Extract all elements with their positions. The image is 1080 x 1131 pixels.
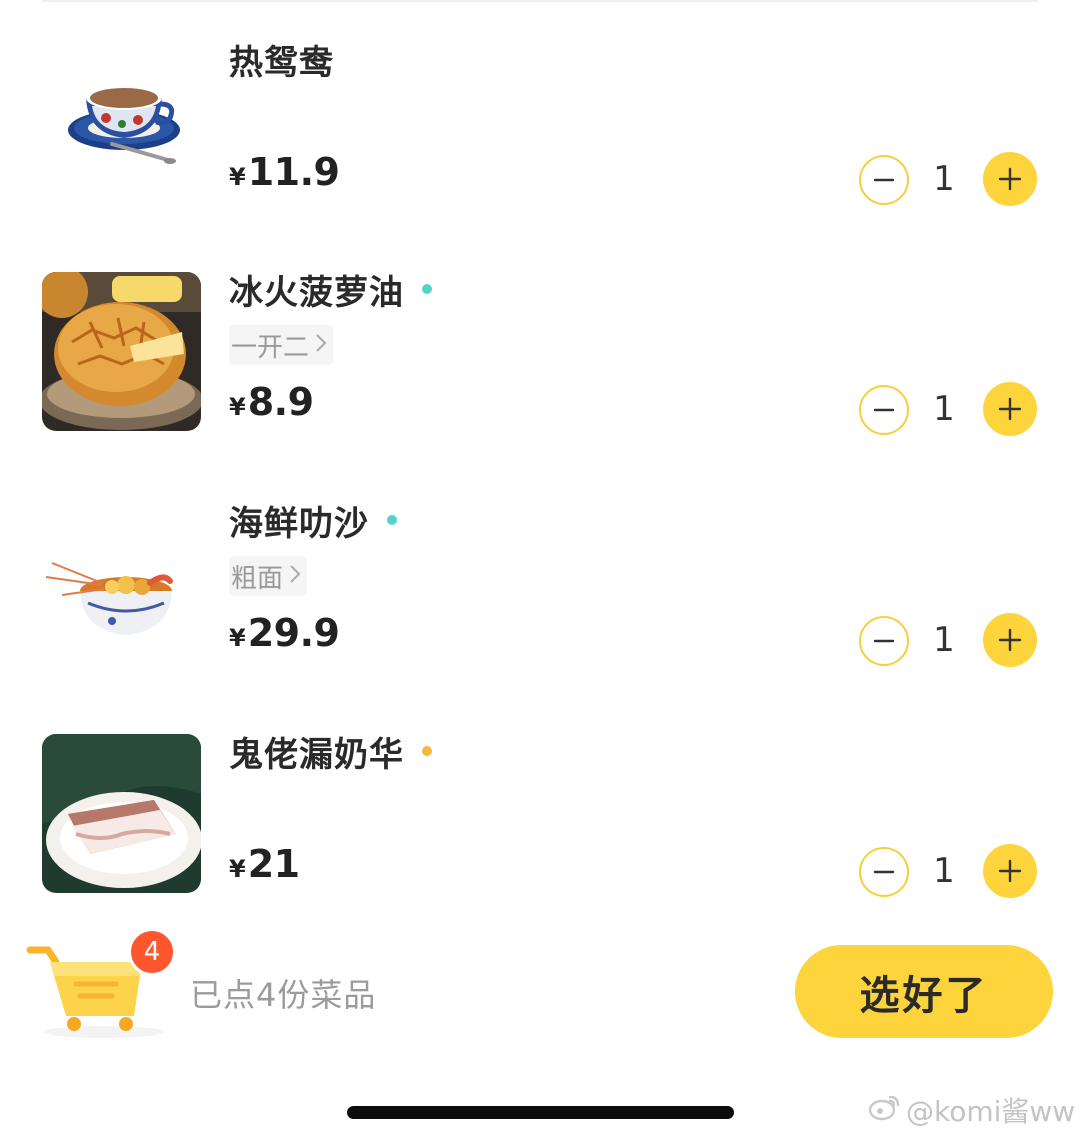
item-name-row: 热鸳鸯 [229, 34, 334, 84]
ordered-summary: 已点4份菜品 [190, 976, 377, 1014]
status-dot [387, 515, 397, 525]
price-value: 21 [247, 842, 300, 886]
quantity-value: 1 [933, 851, 955, 891]
minus-icon [873, 870, 895, 874]
chevron-right-icon [315, 331, 327, 359]
item-name: 热鸳鸯 [229, 42, 334, 83]
chevron-right-icon [289, 562, 301, 590]
status-dot [422, 284, 432, 294]
currency-symbol: ¥ [229, 393, 246, 421]
decrease-quantity-button[interactable] [859, 385, 909, 435]
menu-item: 海鲜叻沙 粗面 ¥ 29.9 1 [0, 461, 1080, 667]
item-price: ¥ 8.9 [229, 380, 314, 424]
currency-symbol: ¥ [229, 163, 246, 191]
minus-icon [873, 178, 895, 182]
milk-tea-cup-image[interactable] [42, 42, 201, 201]
plus-icon [998, 167, 1022, 191]
decrease-quantity-button[interactable] [859, 155, 909, 205]
item-name-row: 冰火菠萝油 [229, 264, 432, 314]
item-name: 冰火菠萝油 [229, 272, 404, 313]
item-name: 海鲜叻沙 [229, 503, 369, 544]
watermark: @komi酱ww [868, 1090, 1075, 1130]
decrease-quantity-button[interactable] [859, 616, 909, 666]
status-dot [422, 746, 432, 756]
price-value: 11.9 [247, 150, 340, 194]
currency-symbol: ¥ [229, 855, 246, 883]
quantity-value: 1 [933, 620, 955, 660]
quantity-value: 1 [933, 159, 955, 199]
quantity-value: 1 [933, 389, 955, 429]
laksa-bowl-image[interactable] [42, 503, 201, 662]
plus-icon [998, 628, 1022, 652]
spec-selector[interactable]: 一开二 [229, 325, 334, 365]
decrease-quantity-button[interactable] [859, 847, 909, 897]
spec-label: 粗面 [231, 563, 284, 594]
increase-quantity-button[interactable] [983, 152, 1037, 206]
cart-count-badge: 4 [128, 928, 176, 976]
item-price: ¥ 11.9 [229, 150, 340, 194]
minus-icon [873, 639, 895, 643]
plus-icon [998, 859, 1022, 883]
confirm-order-button[interactable]: 选好了 [795, 945, 1053, 1038]
item-price: ¥ 29.9 [229, 611, 340, 655]
weibo-logo-icon [868, 1093, 902, 1128]
item-name-row: 鬼佬漏奶华 [229, 726, 432, 776]
pineapple-bun-image[interactable] [42, 272, 201, 431]
toast-dessert-image[interactable] [42, 734, 201, 893]
menu-item: 热鸳鸯 ¥ 11.9 1 [0, 0, 1080, 206]
currency-symbol: ¥ [229, 624, 246, 652]
menu-item: 鬼佬漏奶华 ¥ 21 1 [0, 692, 1080, 898]
item-price: ¥ 21 [229, 842, 300, 886]
increase-quantity-button[interactable] [983, 613, 1037, 667]
price-value: 8.9 [247, 380, 314, 424]
increase-quantity-button[interactable] [983, 382, 1037, 436]
item-name-row: 海鲜叻沙 [229, 495, 397, 545]
increase-quantity-button[interactable] [983, 844, 1037, 898]
menu-item: 冰火菠萝油 一开二 ¥ 8.9 1 [0, 230, 1080, 436]
spec-label: 一开二 [231, 332, 310, 363]
plus-icon [998, 397, 1022, 421]
spec-selector[interactable]: 粗面 [229, 556, 308, 596]
price-value: 29.9 [247, 611, 340, 655]
home-indicator[interactable] [347, 1106, 734, 1119]
minus-icon [873, 408, 895, 412]
watermark-text: @komi酱ww [906, 1095, 1076, 1128]
item-name: 鬼佬漏奶华 [229, 734, 404, 775]
